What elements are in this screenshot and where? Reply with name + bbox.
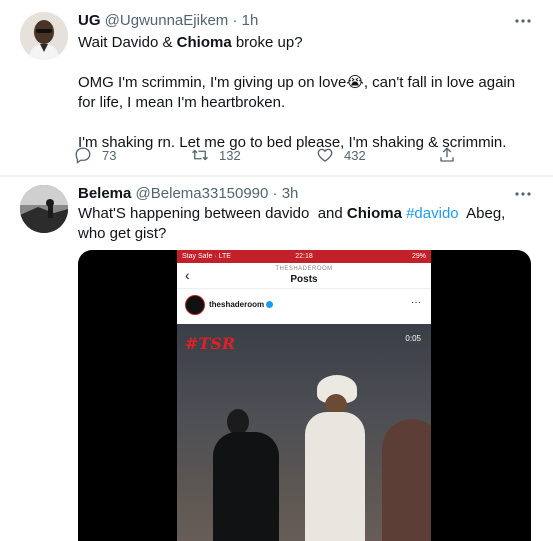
video-figure (382, 419, 431, 541)
highlighted-name: Chioma (176, 34, 232, 51)
like-button[interactable]: 432 (316, 144, 366, 166)
video-watermark: #TSR (185, 334, 236, 353)
retweet-button[interactable]: 132 (191, 144, 241, 166)
tweet-video[interactable]: Stay Safe · LTE 22:18 29% ‹ THESHADEROOM… (78, 250, 531, 541)
text-segment: What'S happening between davido and (78, 205, 347, 222)
video-figure (305, 412, 365, 541)
avatar-image (20, 185, 68, 233)
share-button[interactable] (438, 144, 466, 166)
tweet[interactable]: UG @UgwunnaEjikem · 1h Wait Davido & Chi… (0, 0, 553, 176)
retweet-count: 132 (219, 147, 241, 163)
reply-count: 73 (102, 147, 117, 163)
tweet-timestamp[interactable]: 3h (282, 185, 299, 202)
video-content: #TSR 0:05 (177, 324, 431, 541)
more-horizontal-icon[interactable] (513, 11, 533, 31)
tweet[interactable]: Belema @Belema33150990 · 3h What'S happe… (0, 177, 553, 541)
heart-icon (317, 148, 333, 162)
ig-posts-title: Posts (290, 274, 318, 285)
share-icon (440, 147, 454, 162)
ig-account-label: THESHADEROOM (275, 266, 333, 272)
video-frame: Stay Safe · LTE 22:18 29% ‹ THESHADEROOM… (177, 250, 431, 541)
status-battery: 29% (411, 253, 426, 260)
avatar-image (20, 12, 68, 60)
tweet-timestamp[interactable]: 1h (242, 12, 259, 29)
status-time: 22:18 (295, 253, 313, 260)
more-horizontal-icon[interactable] (513, 184, 533, 204)
user-handle[interactable]: @Belema33150990 (136, 185, 269, 202)
ig-avatar (185, 295, 205, 315)
reply-button[interactable]: 73 (74, 144, 116, 166)
ig-header: ‹ THESHADEROOM Posts (177, 263, 431, 289)
more-horizontal-icon: ··· (411, 297, 421, 308)
ig-username: theshaderoom (209, 300, 274, 309)
separator-dot: · (232, 12, 238, 29)
ig-post-header: theshaderoom ··· (177, 289, 431, 323)
user-handle[interactable]: @UgwunnaEjikem (105, 12, 229, 29)
display-name[interactable]: Belema (78, 185, 131, 202)
hashtag-link[interactable]: #davido (406, 205, 459, 222)
verified-icon (266, 301, 274, 309)
avatar[interactable] (20, 12, 68, 60)
video-time: 0:05 (405, 334, 421, 343)
text-segment: broke up? (231, 34, 303, 51)
tweet-line-1: Wait Davido & Chioma broke up? (78, 33, 533, 53)
tweet-text: Wait Davido & Chioma broke up? OMG I'm s… (78, 33, 533, 153)
separator-dot: · (272, 185, 278, 202)
video-figure (213, 432, 279, 541)
tweet-header: Belema @Belema33150990 · 3h (78, 184, 533, 204)
phone-status-bar: Stay Safe · LTE 22:18 29% (177, 250, 431, 263)
display-name[interactable]: UG (78, 12, 101, 29)
text-segment: Wait Davido & (78, 34, 177, 51)
tweet-header: UG @UgwunnaEjikem · 1h (78, 11, 533, 31)
avatar[interactable] (20, 185, 68, 233)
ig-username-text: theshaderoom (209, 300, 265, 309)
like-count: 432 (344, 147, 366, 163)
reply-icon (75, 147, 91, 164)
highlighted-name: Chioma (346, 205, 402, 222)
tweet-paragraph-2: OMG I'm scrimmin, I'm giving up on love😭… (78, 74, 516, 111)
retweet-icon (192, 149, 208, 161)
tweet-text: What'S happening between davido and Chio… (78, 204, 533, 244)
tweet-actions: 73 132 432 (68, 144, 468, 166)
